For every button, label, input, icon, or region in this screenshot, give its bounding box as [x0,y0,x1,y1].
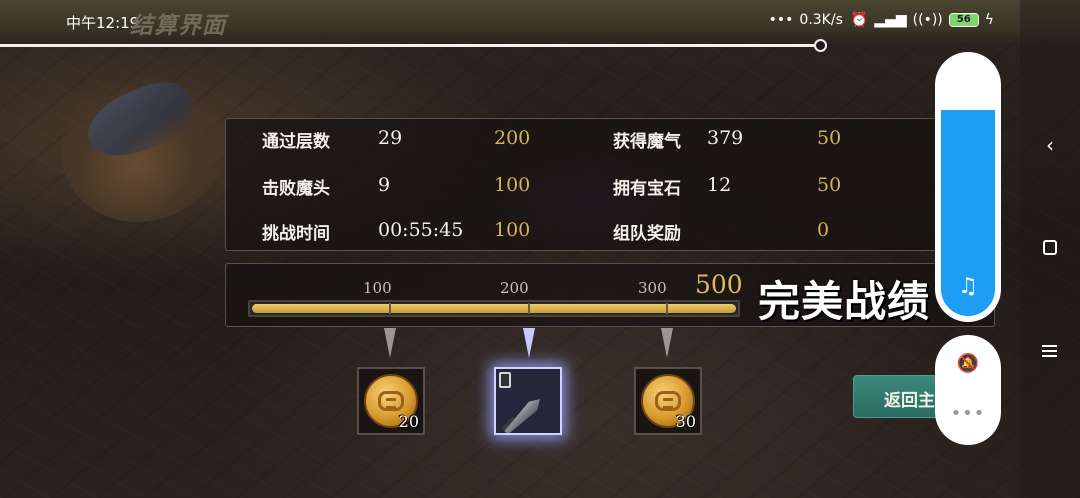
wifi-icon: ((•)) [912,12,943,28]
score-tick-100: 100 [363,279,392,297]
status-time: 中午12:19 [66,14,140,32]
reward-item-coin[interactable]: 30 [634,367,702,435]
reward-count: 30 [675,412,696,431]
stats-panel [225,118,995,251]
charging-icon: ϟ [984,12,994,28]
score-max: 500 [695,270,743,299]
reward-count: 20 [398,412,419,431]
reward-pointer [384,328,396,358]
stat-points-team: 0 [817,219,830,241]
reward-pointer [661,328,673,358]
stat-label-team: 组队奖励 [613,224,681,244]
dagger-icon [502,395,544,435]
system-nav-panel: ‹ [1020,0,1080,498]
volume-slider[interactable]: ♫ [935,52,1001,322]
status-icons: ••• 0.3K/s ⏰ ▂▄▆ ((•)) 56 ϟ [769,12,994,28]
stat-points-energy: 50 [817,127,842,149]
recents-icon[interactable] [1042,345,1057,357]
battery-level: 56 [949,14,978,26]
page-title: 结算界面 [130,12,226,39]
stat-points-floors: 200 [494,127,531,149]
lock-icon [499,372,511,388]
score-divider [528,303,530,314]
score-progress-bar [248,300,740,317]
stat-points-bosses: 100 [494,174,531,196]
score-tick-200: 200 [500,279,529,297]
stat-label-gems: 拥有宝石 [613,179,681,199]
dots-icon: ••• [768,12,794,28]
rating-text: 完美战绩 [758,277,931,326]
reward-item-coin[interactable]: 20 [357,367,425,435]
video-progress-knob[interactable] [814,39,827,52]
stat-label-bosses: 击败魔头 [262,179,330,199]
stat-points-time: 100 [494,219,531,241]
score-progress-fill [252,304,736,313]
reward-pointer-active [523,328,535,358]
video-progress-track[interactable] [0,44,820,47]
stat-label-time: 挑战时间 [262,224,330,244]
reward-item-dagger[interactable] [494,367,562,435]
status-bar: 中午12:19 结算界面 ••• 0.3K/s ⏰ ▂▄▆ ((•)) 56 ϟ [0,0,1080,44]
stat-value-bosses: 9 [378,174,391,196]
more-options-icon[interactable]: ••• [935,403,1001,424]
back-icon[interactable]: ‹ [1020,133,1080,157]
alarm-icon: ⏰ [850,12,869,28]
score-divider [389,303,391,314]
bell-off-icon[interactable]: 🔕 [935,353,1001,374]
stat-value-energy: 379 [707,127,744,149]
ringer-toggle[interactable]: 🔕 ••• [935,335,1001,445]
stat-label-floors: 通过层数 [262,132,330,152]
stat-value-time: 00:55:45 [378,219,464,241]
signal-icon: ▂▄▆ [874,12,907,28]
battery-icon: 56 [948,13,979,27]
stat-value-gems: 12 [707,174,732,196]
net-speed: 0.3K/s [799,12,843,28]
stat-label-energy: 获得魔气 [613,132,681,152]
score-tick-300: 300 [638,279,667,297]
music-note-icon: ♫ [958,274,978,299]
home-icon[interactable] [1043,240,1057,255]
stat-points-gems: 50 [817,174,842,196]
stat-value-floors: 29 [378,127,403,149]
score-divider [666,303,668,314]
